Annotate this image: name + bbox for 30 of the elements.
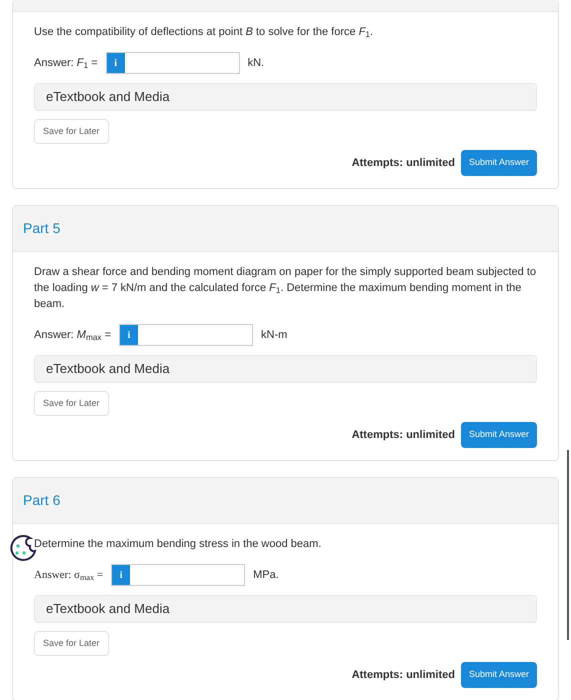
answer-field[interactable]: i [119,324,254,346]
attempts-text: Attempts: unlimited [352,668,455,683]
answer-field[interactable]: i [111,564,246,586]
media-link[interactable]: eTextbook and Media [34,355,537,383]
save-button[interactable]: Save for Later [34,391,109,416]
save-button[interactable]: Save for Later [34,119,109,144]
scrollbar[interactable] [567,450,569,640]
unit-label: kN-m [261,328,288,343]
submit-button[interactable]: Submit Answer [460,150,537,176]
unit-label: kN. [248,56,264,71]
info-button[interactable]: i [112,565,130,585]
answer-label: Answer: σ$_{max}$ = [34,568,104,584]
media-link[interactable]: eTextbook and Media [34,595,537,623]
attempts-text: Attempts: unlimited [352,428,455,443]
answer-label: Answer: F$_{1}$ = [34,56,98,72]
submit-button[interactable]: Submit Answer [460,422,537,448]
part-title: Part 5 [23,219,60,238]
part-title: Part 6 [23,491,60,510]
question-text: Use the compatibility of deflections at point B to solve for the force F$_{1}$. [34,25,374,40]
question-text: Draw a shear force and bending moment diagram on paper for the simply supported beam subjected to the loading w = 7 kN/m and the calculated force F$_{1}$. Determine the maximum bending moment in the beam. [34,265,537,312]
attempts-text: Attempts: unlimited [352,156,455,171]
info-button[interactable]: i [106,53,125,73]
question-text: Determine the maximum bending stress in the wood beam. [34,537,322,552]
info-button[interactable]: i [120,325,138,345]
answer-label: Answer: M$_{max}$ = [34,328,112,344]
answer-field[interactable]: i [106,52,240,74]
media-link[interactable]: eTextbook and Media [34,83,537,111]
save-button[interactable]: Save for Later [34,631,109,656]
unit-label: MPa. [253,568,279,583]
submit-button[interactable]: Submit Answer [460,662,537,688]
